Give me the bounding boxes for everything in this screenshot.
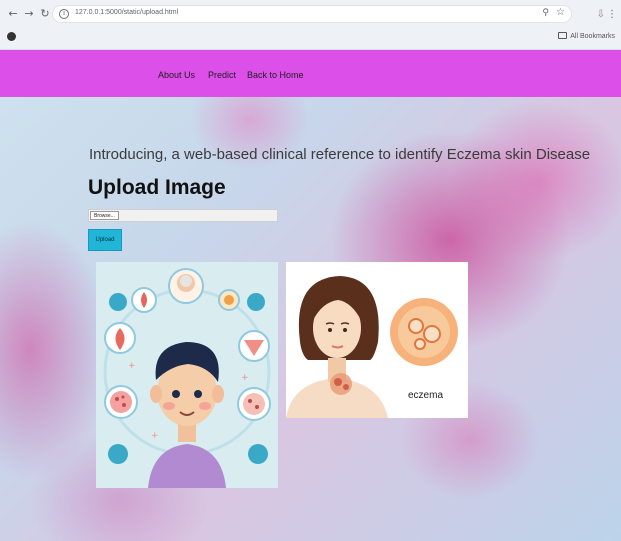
nav-about-us[interactable]: About Us <box>158 70 195 80</box>
child-illustration-icon: + + + <box>96 262 278 488</box>
browse-button[interactable]: Browse... <box>90 211 119 220</box>
nav-back-to-home[interactable]: Back to Home <box>247 70 304 80</box>
page-title: Upload Image <box>88 176 226 199</box>
browser-toolbar: ← → ↻ i 127.0.0.1:5000/static/upload.htm… <box>0 4 621 26</box>
upload-button[interactable]: Upload <box>88 229 122 251</box>
svg-text:+: + <box>151 431 159 441</box>
address-bar[interactable]: i 127.0.0.1:5000/static/upload.html ⚲ ☆ <box>52 5 572 23</box>
url-text[interactable]: 127.0.0.1:5000/static/upload.html <box>75 9 178 16</box>
svg-text:+: + <box>128 361 136 371</box>
child-skin-conditions-image: + + + <box>96 262 278 488</box>
file-input[interactable]: Browse... <box>88 209 278 222</box>
all-bookmarks-button[interactable]: All Bookmarks <box>558 32 615 40</box>
top-navbar: About Us Predict Back to Home <box>0 50 621 97</box>
intro-text: Introducing, a web-based clinical refere… <box>89 146 591 163</box>
all-bookmarks-label: All Bookmarks <box>570 33 615 40</box>
zoom-icon[interactable]: ⚲ <box>542 8 549 18</box>
browser-chrome: ← → ↻ i 127.0.0.1:5000/static/upload.htm… <box>0 0 621 50</box>
folder-icon <box>558 32 568 39</box>
bookmarks-bar: All Bookmarks <box>0 28 621 46</box>
bookmark-favicon-icon[interactable] <box>7 32 16 41</box>
bookmark-star-icon[interactable]: ☆ <box>556 7 565 18</box>
reload-icon[interactable]: ↻ <box>38 7 52 21</box>
extension-icon[interactable]: ⇩ <box>597 9 605 20</box>
svg-text:+: + <box>241 373 249 383</box>
back-icon[interactable]: ← <box>6 7 20 21</box>
page-content: About Us Predict Back to Home Introducin… <box>0 50 621 541</box>
nav-predict[interactable]: Predict <box>208 70 236 80</box>
site-info-icon[interactable]: i <box>59 9 69 19</box>
browser-menu-icon[interactable]: ⋮ <box>607 9 617 20</box>
forward-icon[interactable]: → <box>22 7 36 21</box>
woman-eczema-image: eczema <box>286 262 468 418</box>
eczema-label: eczema <box>408 390 444 401</box>
